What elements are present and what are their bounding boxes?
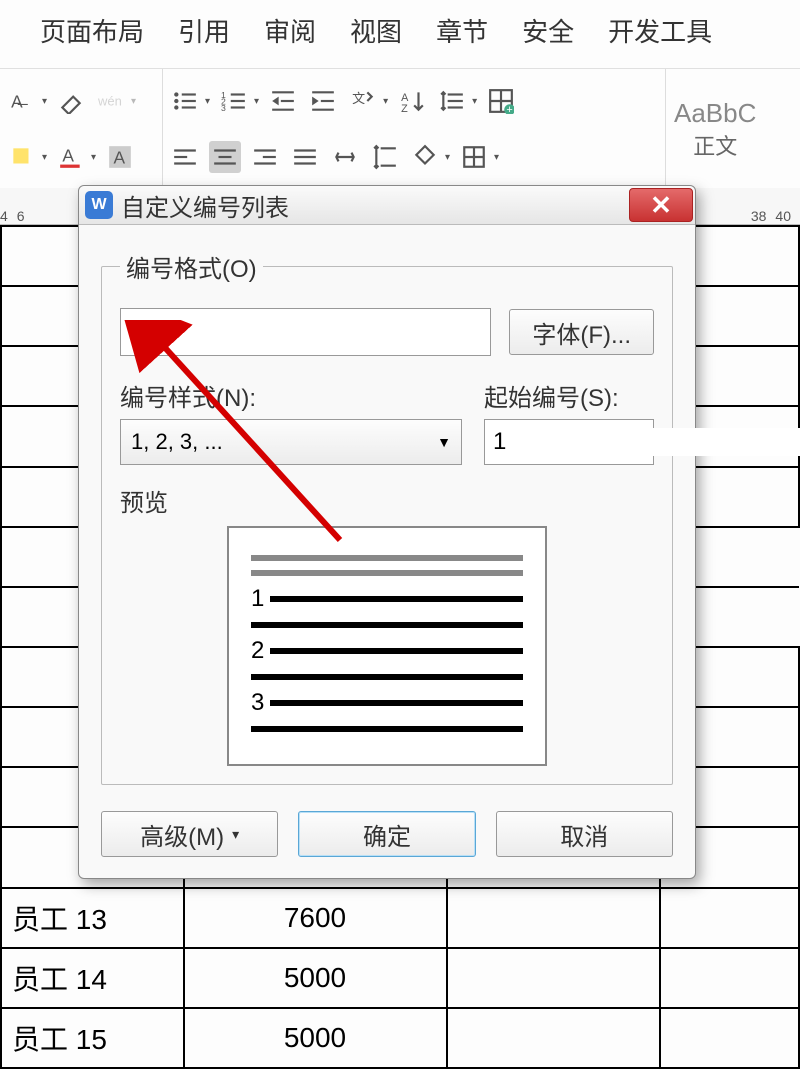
menu-bar: 页面布局 引用 审阅 视图 章节 安全 开发工具 [0, 0, 800, 60]
cell-employee[interactable]: 员工 15 [1, 1008, 184, 1068]
ok-button[interactable]: 确定 [298, 811, 475, 857]
cell-employee[interactable]: 员工 13 [1, 888, 184, 948]
svg-text:3: 3 [221, 103, 226, 113]
dialog-title-bar[interactable]: W 自定义编号列表 ✕ [79, 186, 695, 225]
eraser-icon[interactable] [55, 85, 87, 117]
svg-text:文: 文 [352, 91, 365, 106]
distribute-icon[interactable] [329, 141, 361, 173]
cell-value[interactable]: 5000 [184, 1008, 447, 1068]
preview-label: 预览 [120, 483, 654, 518]
svg-text:+: + [507, 104, 513, 114]
menu-page-layout[interactable]: 页面布局 [40, 12, 144, 49]
advanced-button[interactable]: 高级(M)▾ [101, 811, 278, 857]
align-right-icon[interactable] [249, 141, 281, 173]
svg-text:wén: wén [98, 93, 122, 108]
table-row: 员工 145000 [1, 948, 799, 1008]
start-number-label: 起始编号(S): [484, 378, 654, 413]
para-spacing-icon[interactable] [369, 141, 401, 173]
ruler-mark: 40 [775, 208, 791, 224]
ruler-mark: 38 [751, 208, 767, 224]
svg-text:A̶: A̶ [11, 92, 29, 112]
close-button[interactable]: ✕ [629, 188, 693, 222]
menu-security[interactable]: 安全 [522, 12, 574, 49]
bullets-icon[interactable] [169, 85, 201, 117]
style-name: 正文 [693, 129, 737, 161]
font-color-icon[interactable]: A [55, 141, 87, 173]
number-format-group: 编号格式(O) 字体(F)... 编号样式(N): 1, 2, 3, ... ▼… [101, 249, 673, 785]
ruler-mark: 4 [0, 208, 8, 224]
numbering-icon[interactable]: 123 [218, 85, 250, 117]
menu-review[interactable]: 审阅 [264, 12, 316, 49]
custom-number-list-dialog: W 自定义编号列表 ✕ 编号格式(O) 字体(F)... 编号样式(N): 1,… [78, 185, 696, 879]
menu-reference[interactable]: 引用 [178, 12, 230, 49]
number-style-select[interactable]: 1, 2, 3, ... ▼ [120, 419, 462, 465]
char-shading-icon[interactable]: A [104, 141, 136, 173]
menu-dev-tools[interactable]: 开发工具 [608, 12, 712, 49]
highlight-icon[interactable] [6, 141, 38, 173]
shading-icon[interactable] [409, 141, 441, 173]
line-spacing-icon[interactable] [436, 85, 468, 117]
style-normal[interactable]: AaBbC 正文 [666, 69, 764, 189]
cell-value[interactable]: 7600 [184, 888, 447, 948]
svg-text:A: A [62, 145, 74, 165]
cancel-button[interactable]: 取消 [496, 811, 673, 857]
cell-employee[interactable]: 员工 14 [1, 948, 184, 1008]
dialog-title: 自定义编号列表 [121, 188, 629, 223]
text-direction-icon[interactable]: 文 [347, 85, 379, 117]
toolbar: A̶▾ wén▾ ▾ A▾ A ▾ 123▾ 文▾ AZ ▾ + ▾ [0, 68, 800, 190]
style-sample: AaBbC [674, 98, 756, 129]
menu-chapter[interactable]: 章节 [436, 12, 488, 49]
insert-table-icon[interactable]: + [485, 85, 517, 117]
sort-icon[interactable]: AZ [396, 85, 428, 117]
pinyin-icon[interactable]: wén [95, 85, 127, 117]
borders-icon[interactable] [458, 141, 490, 173]
decrease-indent-icon[interactable] [267, 85, 299, 117]
start-number-input[interactable] [485, 428, 800, 456]
table-row: 员工 155000 [1, 1008, 799, 1068]
table-row: 员工 137600 [1, 888, 799, 948]
align-center-icon[interactable] [209, 141, 241, 173]
number-style-label: 编号样式(N): [120, 378, 462, 413]
font-button[interactable]: 字体(F)... [509, 309, 654, 355]
start-number-spinner[interactable]: ▲ ▼ [484, 419, 654, 465]
increase-indent-icon[interactable] [307, 85, 339, 117]
menu-view[interactable]: 视图 [350, 12, 402, 49]
app-icon: W [85, 191, 113, 219]
number-style-value: 1, 2, 3, ... [131, 429, 223, 455]
cell-value[interactable]: 5000 [184, 948, 447, 1008]
clear-format-icon[interactable]: A̶ [6, 85, 38, 117]
svg-text:A: A [114, 148, 126, 168]
preview-box: 1 2 3 [227, 526, 547, 766]
svg-text:Z: Z [401, 103, 408, 114]
number-format-legend: 编号格式(O) [120, 249, 263, 284]
ruler-mark: 6 [17, 208, 25, 224]
align-left-icon[interactable] [169, 141, 201, 173]
align-justify-icon[interactable] [289, 141, 321, 173]
number-format-input[interactable] [120, 308, 491, 356]
chevron-down-icon: ▼ [437, 434, 451, 450]
